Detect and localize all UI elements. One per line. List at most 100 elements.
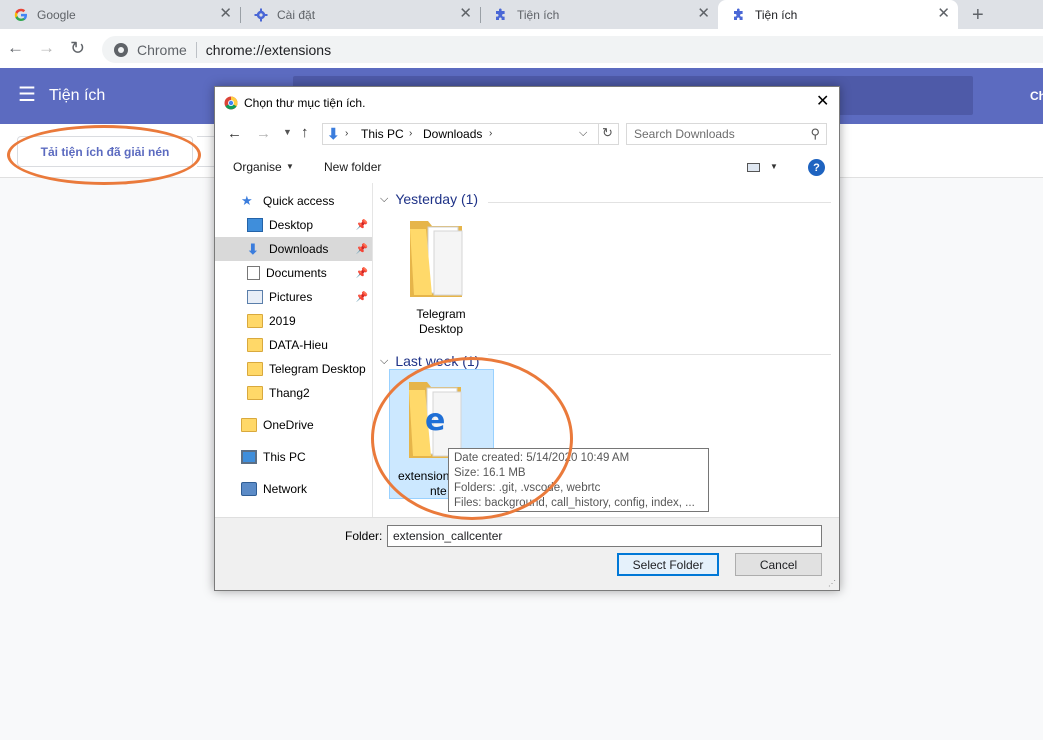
address-bar[interactable]: ⬇ › This PC › Downloads › ⌵: [322, 123, 599, 145]
close-tab-icon[interactable]: ✕: [459, 6, 472, 22]
nav-pictures[interactable]: Pictures 📌: [215, 285, 372, 309]
download-arrow-icon: ⬇: [327, 126, 340, 143]
select-folder-button[interactable]: Select Folder: [617, 553, 719, 576]
chevron-down-icon: ⌵: [380, 354, 389, 367]
forward-arrow-icon[interactable]: →: [38, 39, 55, 57]
nav-label: DATA-Hieu: [269, 338, 328, 352]
folder-item-label: Telegram Desktop: [416, 307, 466, 336]
close-tab-icon[interactable]: ✕: [219, 6, 232, 22]
pin-icon[interactable]: 📌: [356, 268, 368, 279]
chevron-down-icon: ▼: [286, 162, 294, 171]
pin-icon[interactable]: 📌: [356, 244, 368, 255]
omnibox[interactable]: Chrome chrome://extensions: [102, 36, 1043, 63]
nav-documents[interactable]: Documents 📌: [215, 261, 372, 285]
nav-folder-telegram-desktop[interactable]: Telegram Desktop: [215, 357, 372, 381]
refresh-button[interactable]: ↻: [599, 123, 619, 145]
nav-network[interactable]: Network: [215, 477, 372, 501]
search-downloads-input[interactable]: Search Downloads ⚲: [626, 123, 827, 145]
nav-quick-access[interactable]: ★ Quick access: [215, 189, 372, 213]
nav-folder-2019[interactable]: 2019: [215, 309, 372, 333]
up-arrow-icon[interactable]: ↑: [301, 124, 309, 141]
folder-icon: [247, 314, 263, 328]
view-options-icon[interactable]: [747, 163, 760, 172]
nav-label: This PC: [263, 450, 306, 464]
annotation-circle: [7, 125, 201, 185]
tab-title: Tiện ích: [755, 7, 798, 22]
nav-label: Network: [263, 482, 308, 496]
chrome-icon: [114, 42, 128, 57]
network-icon: [241, 482, 257, 496]
tab-strip: Google ✕ Cài đặt ✕ Tiện ích ✕ Tiện ích ✕…: [0, 0, 1043, 29]
nav-this-pc[interactable]: This PC: [215, 445, 372, 469]
tab-title: Tiện ích: [517, 7, 560, 22]
tab-extensions[interactable]: Tiện ích ✕: [480, 0, 718, 29]
cancel-button[interactable]: Cancel: [735, 553, 822, 576]
gear-icon: [254, 8, 268, 22]
chevron-down-icon: ⌵: [380, 192, 389, 205]
organise-button[interactable]: Organise: [233, 160, 282, 174]
nav-label: Telegram Desktop: [269, 362, 366, 376]
history-dropdown-icon[interactable]: ⌵: [579, 127, 587, 140]
chevron-down-icon[interactable]: ▼: [770, 162, 778, 171]
tab-settings[interactable]: Cài đặt ✕: [240, 0, 480, 29]
large-folder-icon: [410, 221, 463, 300]
nav-label: Desktop: [269, 218, 314, 232]
pin-icon[interactable]: 📌: [356, 220, 368, 231]
tab-extensions-active[interactable]: Tiện ích ✕: [718, 0, 958, 29]
reload-icon[interactable]: ↻: [70, 39, 85, 57]
nav-label: 2019: [269, 314, 296, 328]
nav-onedrive[interactable]: OneDrive: [215, 413, 372, 437]
folder-label: Folder:: [345, 529, 383, 543]
close-icon[interactable]: ✕: [816, 91, 829, 111]
group-divider: [488, 354, 831, 355]
puzzle-icon: [732, 8, 746, 22]
folder-name-input[interactable]: extension_callcenter: [387, 525, 822, 547]
group-header-yesterday[interactable]: ⌵ Yesterday (1): [380, 191, 478, 207]
nav-label: OneDrive: [263, 418, 314, 432]
close-tab-icon[interactable]: ✕: [937, 6, 950, 22]
nav-label: Pictures: [269, 290, 313, 304]
new-folder-button[interactable]: New folder: [324, 160, 381, 174]
breadcrumb-chevron-icon: ›: [409, 128, 413, 139]
back-arrow-icon[interactable]: ←: [227, 125, 242, 142]
url-text: chrome://extensions: [205, 41, 332, 58]
close-tab-icon[interactable]: ✕: [697, 6, 710, 22]
folder-icon: [247, 362, 263, 376]
omnibox-divider: [195, 41, 197, 58]
new-tab-button[interactable]: +: [972, 4, 984, 27]
nav-folder-thang2[interactable]: Thang2: [215, 381, 372, 405]
group-label: Yesterday (1): [395, 191, 479, 207]
resize-grip-icon[interactable]: ⋰: [828, 579, 836, 588]
pin-icon[interactable]: 📌: [356, 292, 368, 303]
nav-downloads[interactable]: ⬇ Downloads 📌: [215, 237, 372, 261]
page-title: Tiện ích: [49, 87, 106, 104]
help-icon[interactable]: ?: [808, 159, 825, 176]
nav-desktop[interactable]: Desktop 📌: [215, 213, 372, 237]
dialog-title: Chọn thư mục tiện ích.: [244, 96, 366, 110]
folder-icon: [247, 338, 263, 352]
recent-dropdown-icon[interactable]: ▼: [283, 127, 292, 137]
folder-icon: [247, 386, 263, 400]
puzzle-icon: [494, 8, 508, 22]
breadcrumb-this-pc[interactable]: This PC: [361, 127, 404, 141]
back-arrow-icon[interactable]: ←: [7, 39, 24, 57]
forward-arrow-icon[interactable]: →: [256, 125, 271, 142]
google-icon: [14, 8, 28, 22]
site-label: Chrome: [137, 41, 187, 58]
tab-title: Google: [37, 7, 76, 22]
breadcrumb-downloads[interactable]: Downloads: [423, 127, 482, 141]
star-icon: ★: [241, 193, 253, 208]
folder-item-telegram-desktop[interactable]: [410, 217, 468, 300]
tab-title: Cài đặt: [277, 7, 316, 22]
nav-label: Thang2: [269, 386, 310, 400]
developer-mode-label: Ch: [1030, 89, 1043, 103]
onedrive-folder-icon: [241, 418, 257, 432]
nav-folder-data-hieu[interactable]: DATA-Hieu: [215, 333, 372, 357]
nav-label: Downloads: [269, 242, 329, 256]
refresh-icon: ↻: [602, 125, 613, 140]
tab-google[interactable]: Google ✕: [0, 0, 240, 29]
menu-icon[interactable]: ☰: [18, 85, 36, 105]
breadcrumb-chevron-icon: ›: [345, 128, 349, 139]
command-bar: Organise ▼ New folder ▼ ?: [215, 153, 839, 183]
nav-label: Documents: [266, 266, 327, 280]
